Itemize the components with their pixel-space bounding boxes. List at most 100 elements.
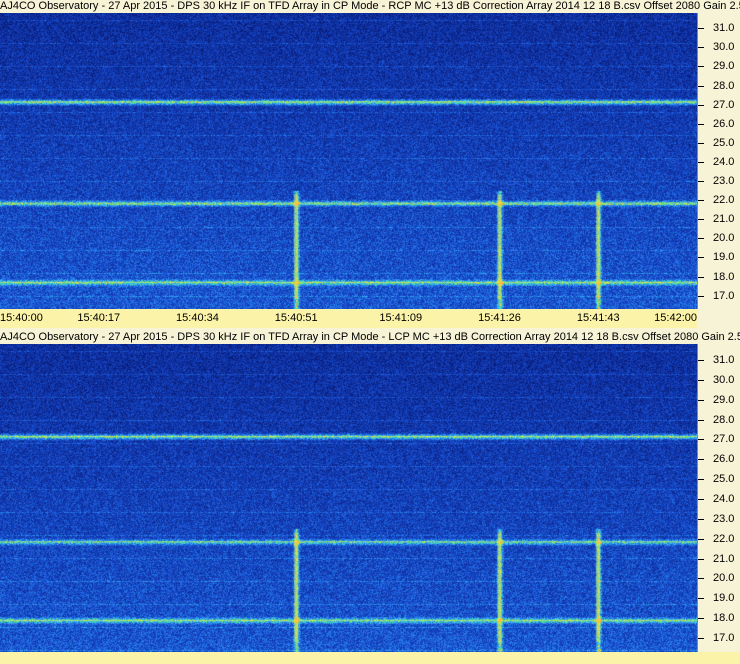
y-tick-mark (698, 219, 704, 221)
y-tick-label: 29.0 (698, 60, 740, 72)
rcp-spectrogram[interactable] (0, 13, 697, 309)
burst-mark-2 (596, 532, 601, 642)
y-tick-mark (698, 459, 704, 461)
y-tick-mark (698, 379, 704, 381)
y-tick-label: 24.0 (698, 493, 740, 505)
y-tick-text: 31.0 (713, 353, 735, 366)
y-tick-text: 23.0 (713, 175, 735, 188)
y-tick-mark (698, 558, 704, 560)
y-tick-text: 31.0 (713, 22, 735, 35)
y-tick-label: 20.0 (698, 572, 740, 584)
lcp-y-axis: 31.0 30.0 29.0 28.0 27.0 26.0 25.0 24.0 23.0 22.0… (697, 344, 740, 652)
y-tick-text: 29.0 (713, 60, 735, 73)
y-tick-label: 19.0 (698, 592, 740, 604)
y-tick-mark (698, 399, 704, 401)
x-tick-label: 15:41:43 (576, 312, 620, 324)
rcp-y-axis: 31.0 30.0 29.0 28.0 27.0 26.0 25.0 24.0 23.0 22.0… (697, 13, 740, 309)
y-tick-mark (698, 238, 704, 240)
y-tick-text: 26.0 (713, 453, 735, 466)
y-tick-label: 31.0 (698, 354, 740, 366)
y-tick-mark (698, 295, 704, 297)
burst-mark-1 (497, 194, 502, 299)
y-tick-label: 30.0 (698, 374, 740, 386)
y-tick-label: 24.0 (698, 156, 740, 168)
y-tick-label: 29.0 (698, 394, 740, 406)
y-tick-text: 25.0 (713, 473, 735, 486)
y-tick-text: 18.0 (713, 270, 735, 283)
y-tick-label: 23.0 (698, 513, 740, 525)
y-tick-mark (698, 161, 704, 163)
y-tick-label: 28.0 (698, 414, 740, 426)
y-tick-text: 21.0 (713, 552, 735, 565)
y-tick-label: 27.0 (698, 99, 740, 111)
y-tick-label: 23.0 (698, 175, 740, 187)
x-tick-label: 15:40:17 (77, 312, 121, 324)
y-tick-mark (698, 618, 704, 620)
y-tick-label: 18.0 (698, 271, 740, 283)
burst-mark-2 (596, 194, 601, 299)
y-tick-text: 27.0 (713, 433, 735, 446)
y-tick-mark (698, 257, 704, 259)
y-tick-mark (698, 47, 704, 49)
y-tick-label: 18.0 (698, 612, 740, 624)
y-tick-label: 31.0 (698, 22, 740, 34)
y-tick-text: 20.0 (713, 572, 735, 585)
y-tick-mark (698, 200, 704, 202)
y-tick-text: 19.0 (713, 592, 735, 605)
y-tick-text: 27.0 (713, 98, 735, 111)
lcp-panel: AJ4CO Observatory - 27 Apr 2015 - DPS 30… (0, 331, 740, 664)
y-tick-text: 30.0 (713, 41, 735, 54)
y-tick-text: 25.0 (713, 136, 735, 149)
y-tick-label: 25.0 (698, 137, 740, 149)
y-tick-label: 22.0 (698, 194, 740, 206)
y-tick-label: 17.0 (698, 632, 740, 644)
y-tick-mark (698, 498, 704, 500)
y-tick-label: 21.0 (698, 553, 740, 565)
y-tick-label: 22.0 (698, 533, 740, 545)
lcp-spectrogram-marks (0, 435, 697, 642)
y-tick-label: 25.0 (698, 473, 740, 485)
y-tick-mark (698, 181, 704, 183)
y-tick-label: 30.0 (698, 41, 740, 53)
y-tick-mark (698, 479, 704, 481)
burst-mark-0 (294, 532, 299, 642)
y-tick-label: 28.0 (698, 80, 740, 92)
y-tick-label: 26.0 (698, 118, 740, 130)
y-tick-mark (698, 598, 704, 600)
lcp-spectrogram[interactable] (0, 344, 697, 652)
y-tick-label: 26.0 (698, 453, 740, 465)
y-tick-mark (698, 638, 704, 640)
x-tick-label: 15:42:00 (654, 312, 697, 324)
y-tick-label: 19.0 (698, 251, 740, 263)
y-tick-text: 28.0 (713, 79, 735, 92)
y-tick-text: 24.0 (713, 155, 735, 168)
y-tick-text: 22.0 (713, 532, 735, 545)
y-tick-text: 19.0 (713, 251, 735, 264)
rcp-panel: AJ4CO Observatory - 27 Apr 2015 - DPS 30… (0, 0, 740, 328)
y-tick-text: 30.0 (713, 373, 735, 386)
x-tick-label: 15:40:00 (0, 312, 43, 324)
y-tick-mark (698, 359, 704, 361)
y-tick-text: 29.0 (713, 393, 735, 406)
rcp-x-axis: 15:40:00 15:40:17 15:40:34 15:40:51 15:41:09… (0, 309, 697, 328)
x-tick-label: 15:40:51 (274, 312, 318, 324)
y-tick-mark (698, 66, 704, 68)
y-tick-mark (698, 439, 704, 441)
y-tick-text: 22.0 (713, 194, 735, 207)
y-tick-label: 21.0 (698, 213, 740, 225)
y-tick-text: 20.0 (713, 232, 735, 245)
y-tick-label: 17.0 (698, 290, 740, 302)
y-tick-text: 18.0 (713, 612, 735, 625)
y-tick-text: 17.0 (713, 632, 735, 645)
y-tick-mark (698, 85, 704, 87)
y-tick-text: 23.0 (713, 512, 735, 525)
x-tick-label: 15:40:34 (176, 312, 219, 324)
x-tick-label: 15:41:09 (379, 312, 423, 324)
y-tick-label: 20.0 (698, 232, 740, 244)
y-tick-mark (698, 28, 704, 30)
y-tick-mark (698, 538, 704, 540)
y-tick-mark (698, 276, 704, 278)
y-tick-text: 28.0 (713, 413, 735, 426)
y-tick-mark (698, 123, 704, 125)
y-tick-label: 27.0 (698, 433, 740, 445)
